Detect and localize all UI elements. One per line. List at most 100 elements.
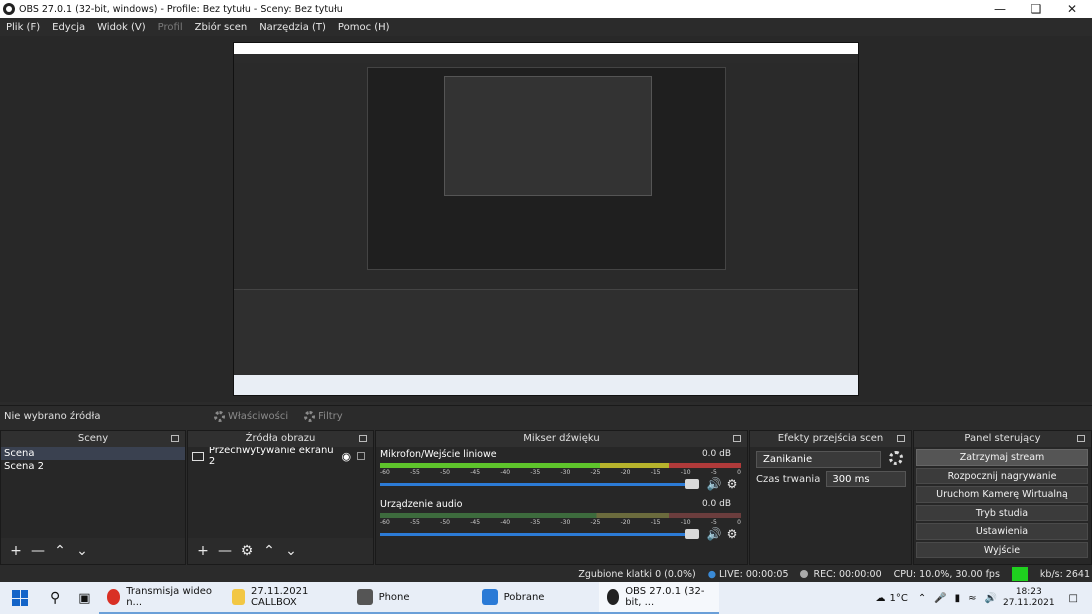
obs-logo-icon: [3, 3, 15, 15]
volume-meter: [380, 463, 741, 468]
channel-db: 0.0 dB: [701, 449, 731, 459]
gear-icon[interactable]: [889, 451, 903, 465]
window-title: OBS 27.0.1 (32-bit, windows) - Profile: …: [19, 3, 343, 15]
menu-view[interactable]: Widok (V): [91, 22, 152, 33]
menu-scene-collection[interactable]: Zbiór scen: [189, 22, 254, 33]
taskbar-app[interactable]: 27.11.2021 CALLBOX: [223, 582, 349, 614]
volume-slider[interactable]: [380, 528, 699, 539]
speaker-icon[interactable]: 🔊: [705, 477, 723, 491]
no-source-label: Nie wybrano źródła: [4, 411, 101, 422]
close-icon[interactable]: ✕: [1054, 0, 1090, 18]
add-icon[interactable]: +: [192, 540, 214, 562]
clock[interactable]: 18:23 27.11.2021: [1003, 587, 1055, 609]
menu-file[interactable]: Plik (F): [0, 22, 46, 33]
obs-icon: [606, 589, 620, 605]
duration-label: Czas trwania: [756, 473, 821, 485]
stop-stream-button[interactable]: Zatrzymaj stream: [916, 449, 1088, 466]
gear-icon[interactable]: ⚙: [723, 527, 741, 541]
settings-button[interactable]: Ustawienia: [916, 523, 1088, 540]
remove-icon[interactable]: —: [214, 540, 236, 562]
notifications-icon[interactable]: □: [1069, 593, 1078, 604]
menu-edit[interactable]: Edycja: [46, 22, 91, 33]
gear-icon[interactable]: ⚙: [723, 477, 741, 491]
taskbar-app[interactable]: Transmisja wideo n...: [98, 582, 224, 614]
taskbar-app[interactable]: OBS 27.0.1 (32-bit, ...: [598, 582, 719, 614]
scene-item[interactable]: Scena 2: [1, 460, 185, 473]
chevron-down-icon[interactable]: ⌄: [71, 540, 93, 562]
minimize-icon[interactable]: —: [982, 0, 1018, 18]
undock-icon[interactable]: [359, 435, 367, 442]
taskbar-app[interactable]: Pobrane: [473, 582, 599, 614]
task-view-icon[interactable]: ▣: [70, 582, 98, 614]
rec-time: REC: 00:00:00: [813, 568, 882, 580]
meter-ticks: -60 -55 -50 -45 -40 -35 -30 -25 -20 -15 -10 -5 0: [380, 469, 741, 476]
filters-button[interactable]: Filtry: [304, 411, 343, 422]
menu-profile: Profil: [157, 21, 183, 33]
duration-input[interactable]: 300 ms: [826, 471, 907, 487]
add-icon[interactable]: +: [5, 540, 27, 562]
chevron-up-icon[interactable]: ⌃: [918, 593, 926, 604]
mixer-channel: Urządzenie audio 0.0 dB -60 -55 -50 -45 -40-…: [376, 497, 747, 547]
volume-icon[interactable]: 🔊: [985, 593, 997, 604]
remove-icon[interactable]: —: [27, 540, 49, 562]
chevron-down-icon[interactable]: ⌄: [280, 540, 302, 562]
mixer-title: Mikser dźwięku: [523, 433, 600, 444]
phone-icon: [356, 589, 373, 605]
battery-icon[interactable]: ▮: [955, 593, 961, 604]
monitor-icon: [192, 451, 204, 461]
preview-capture: [233, 42, 859, 396]
start-virtual-camera-button[interactable]: Uruchom Kamerę Wirtualną: [916, 486, 1088, 503]
volume-meter: [380, 513, 741, 518]
meter-ticks: -60 -55 -50 -45 -40 -35 -30 -25 -20 -15 -10 -5 0: [380, 519, 741, 526]
weather-icon: ☁: [875, 592, 886, 604]
scenes-dock: Sceny Scena Scena 2 + — ⌃ ⌄: [0, 430, 186, 565]
microphone-icon[interactable]: 🎤: [934, 593, 946, 604]
undock-icon[interactable]: [171, 435, 179, 442]
live-time: LIVE: 00:00:05: [719, 568, 789, 580]
source-toolbar: Nie wybrano źródła Właściwości Filtry: [0, 405, 1092, 427]
undock-icon[interactable]: [1077, 435, 1085, 442]
windows-taskbar: ⚲ ▣ Transmisja wideo n... 27.11.2021 CAL…: [0, 582, 1092, 614]
channel-db: 0.0 dB: [701, 499, 731, 509]
system-tray: ☁ 1°C ⌃ 🎤 ▮ ≈ 🔊 18:23 27.11.2021 □: [875, 587, 1092, 609]
title-bar: OBS 27.0.1 (32-bit, windows) - Profile: …: [0, 0, 1092, 18]
scenes-title: Sceny: [77, 433, 109, 444]
transitions-title: Efekty przejścia scen: [777, 433, 884, 444]
rec-icon: [800, 570, 809, 578]
transition-select[interactable]: Zanikanie: [756, 451, 881, 468]
undock-icon[interactable]: [733, 435, 741, 442]
audio-mixer-dock: Mikser dźwięku Mikrofon/Wejście liniowe …: [375, 430, 748, 565]
taskbar-app[interactable]: Phone: [348, 582, 474, 614]
chevron-up-icon[interactable]: ⌃: [258, 540, 280, 562]
menu-help[interactable]: Pomoc (H): [332, 22, 396, 33]
live-icon: ●: [707, 568, 716, 580]
source-item[interactable]: Przechwytywanie ekranu 2 ◉: [188, 445, 373, 467]
sources-title: Źródła obrazu: [245, 433, 316, 444]
exit-button[interactable]: Wyjście: [916, 541, 1088, 558]
windows-start-icon[interactable]: [12, 590, 28, 606]
scene-item[interactable]: Scena: [1, 447, 185, 460]
menu-tools[interactable]: Narzędzia (T): [253, 22, 332, 33]
speaker-icon[interactable]: 🔊: [705, 527, 723, 541]
lock-icon[interactable]: [357, 452, 365, 460]
chevron-up-icon[interactable]: ⌃: [49, 540, 71, 562]
controls-title: Panel sterujący: [964, 433, 1041, 444]
gear-icon[interactable]: ⚙: [236, 540, 258, 562]
menu-bar: Plik (F) Edycja Widok (V) Profil Zbiór s…: [0, 18, 1092, 36]
cpu-status: CPU: 10.0%, 30.00 fps: [893, 568, 1000, 580]
eye-icon[interactable]: ◉: [341, 450, 351, 463]
maximize-icon[interactable]: ❑: [1018, 0, 1054, 18]
scene-transitions-dock: Efekty przejścia scen Zanikanie Czas trw…: [749, 430, 912, 565]
filter-icon: [304, 411, 316, 422]
volume-slider[interactable]: [380, 478, 699, 489]
properties-button[interactable]: Właściwości: [214, 411, 288, 422]
kbs-status: kb/s: 2641: [1039, 568, 1090, 580]
nested-preview: [367, 67, 726, 270]
search-icon[interactable]: ⚲: [40, 582, 70, 614]
studio-mode-button[interactable]: Tryb studia: [916, 504, 1088, 521]
chrome-icon: [106, 589, 121, 605]
channel-name: Mikrofon/Wejście liniowe: [380, 449, 497, 460]
start-recording-button[interactable]: Rozpocznij nagrywanie: [916, 467, 1088, 484]
wifi-icon[interactable]: ≈: [968, 593, 976, 604]
undock-icon[interactable]: [897, 435, 905, 442]
